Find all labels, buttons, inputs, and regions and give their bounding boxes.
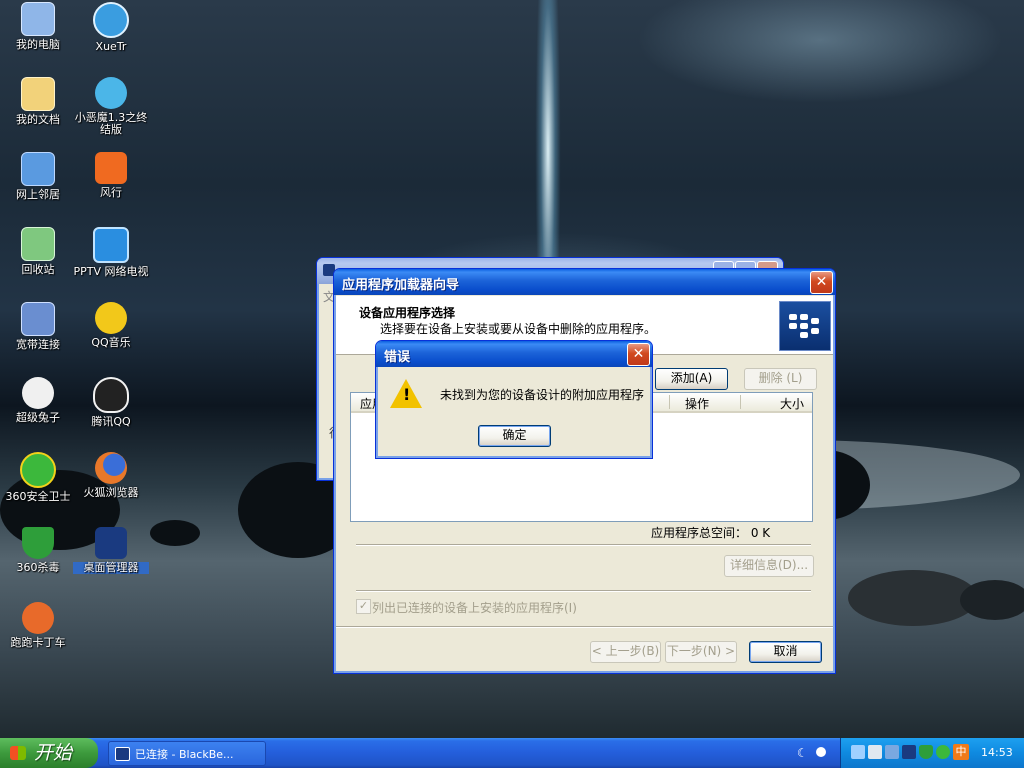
safety-shield-icon[interactable] <box>919 745 933 759</box>
next-button[interactable]: 下一步(N) > <box>665 641 737 663</box>
desktop-icon-360-antivirus[interactable]: 360杀毒 <box>0 527 76 574</box>
desktop-icon-label: 桌面管理器 <box>73 562 149 574</box>
my-documents-icon <box>21 77 55 111</box>
desktop-icon-label: 宽带连接 <box>16 338 60 351</box>
desktop-icon-label: 回收站 <box>21 263 55 276</box>
record-icon[interactable] <box>816 747 826 757</box>
desktop-icon-label: 腾讯QQ <box>91 415 131 428</box>
start-label: 开始 <box>34 742 73 764</box>
blackberry-logo-icon <box>779 301 831 351</box>
device-manager-icon[interactable] <box>868 745 882 759</box>
taskbar: 开始 已连接 - BlackBe... ☾ 中 14:53 <box>0 738 1024 768</box>
desktop-icon-funshion[interactable]: 风行 <box>73 152 149 199</box>
desktop-icon-label: QQ音乐 <box>91 336 131 349</box>
desktop-icon-firefox[interactable]: 火狐浏览器 <box>73 452 149 499</box>
desktop-icon-kartrider[interactable]: 跑跑卡丁车 <box>0 602 76 649</box>
desktop-icon-desktop-manager[interactable]: 桌面管理器 <box>73 527 149 574</box>
cancel-button[interactable]: 取消 <box>749 641 822 663</box>
desktop-icon-label: 火狐浏览器 <box>83 486 139 499</box>
kartrider-icon <box>22 602 54 634</box>
ime-icon[interactable]: 中 <box>953 744 969 760</box>
task-label: 已连接 - BlackBe... <box>135 748 234 761</box>
wizard-header-title: 设备应用程序选择 <box>359 306 456 320</box>
desktop-icon-broadband-connection[interactable]: 宽带连接 <box>0 302 76 351</box>
desktop-icon-network-places[interactable]: 网上邻居 <box>0 152 76 201</box>
moon-icon[interactable]: ☾ <box>797 746 808 760</box>
blackberry-icon <box>115 747 130 761</box>
desktop-icon-my-computer[interactable]: 我的电脑 <box>0 2 76 51</box>
details-button[interactable]: 详细信息(D)... <box>724 555 814 577</box>
desktop-icon-label: 小恶魔1.3之终结版 <box>74 111 148 136</box>
desktop-icon-recycle-bin[interactable]: 回收站 <box>0 227 76 276</box>
error-dialog-title: 错误 <box>384 350 411 365</box>
desktop-icon-label: 我的文档 <box>16 113 60 126</box>
system-tray: 中 14:53 <box>840 738 1024 768</box>
desktop-icon-my-documents[interactable]: 我的文档 <box>0 77 76 126</box>
desktop-icon-label: 我的电脑 <box>16 38 60 51</box>
separator <box>336 626 833 628</box>
start-button[interactable]: 开始 <box>0 738 98 768</box>
windows-logo-icon <box>10 746 26 760</box>
broadband-connection-icon <box>21 302 55 336</box>
column-header-size[interactable]: 大小 <box>780 395 804 412</box>
tencent-qq-icon <box>93 377 129 413</box>
list-connected-label: 列出已连接的设备上安装的应用程序(I) <box>372 601 577 615</box>
separator <box>356 590 811 592</box>
network-status-icon[interactable] <box>851 745 865 759</box>
360-guard-tray-icon[interactable] <box>936 745 950 759</box>
connection-icon[interactable] <box>885 745 899 759</box>
separator <box>356 544 811 546</box>
desktop-icon-qq-music[interactable]: QQ音乐 <box>73 302 149 349</box>
pptv-icon <box>93 227 129 263</box>
app-loader-wizard-window[interactable]: 应用程序加载器向导 ✕ 设备应用程序选择 选择要在设备上安装或要从设备中删除的应… <box>333 268 836 674</box>
desktop-icon-360-safeguard[interactable]: 360安全卫士 <box>0 452 76 503</box>
desktop-icon-label: 网上邻居 <box>16 188 60 201</box>
ok-button[interactable]: 确定 <box>478 425 551 447</box>
taskbar-task-blackberry[interactable]: 已连接 - BlackBe... <box>108 741 266 766</box>
xuetr-icon <box>93 2 129 38</box>
network-places-icon <box>21 152 55 186</box>
desktop-manager-icon <box>95 527 127 559</box>
error-dialog-titlebar[interactable]: 错误 ✕ <box>376 341 652 367</box>
blackberry-tray-icon[interactable] <box>902 745 916 759</box>
back-button[interactable]: < 上一步(B) <box>590 641 661 663</box>
super-rabbit-icon <box>22 377 54 409</box>
clock[interactable]: 14:53 <box>981 746 1013 759</box>
360-antivirus-icon <box>22 527 54 559</box>
desktop-icon-label: 风行 <box>100 186 122 199</box>
error-message: 未找到为您的设备设计的附加应用程序 <box>440 388 645 402</box>
funshion-icon <box>95 152 127 184</box>
desktop-icon-label: 超级兔子 <box>16 411 60 424</box>
firefox-icon <box>95 452 127 484</box>
desktop-icon-label: 跑跑卡丁车 <box>10 636 66 649</box>
desktop-icon-pptv[interactable]: PPTV 网络电视 <box>73 227 149 278</box>
add-button[interactable]: 添加(A) <box>655 368 728 390</box>
360-safeguard-icon <box>20 452 56 488</box>
recycle-bin-icon <box>21 227 55 261</box>
desktop-icon-tencent-qq[interactable]: 腾讯QQ <box>73 377 149 428</box>
warning-icon: ! <box>390 379 422 408</box>
wizard-title: 应用程序加载器向导 <box>342 278 460 293</box>
desktop: 我的电脑 我的文档 网上邻居 回收站 宽带连接 超级兔子 360安全卫士 360… <box>0 0 1024 738</box>
desktop-icon-label: PPTV 网络电视 <box>73 265 149 278</box>
desktop-icon-little-devil[interactable]: 小恶魔1.3之终结版 <box>73 77 149 136</box>
desktop-icon-label: XueTr <box>95 40 127 53</box>
error-dialog[interactable]: 错误 ✕ ! 未找到为您的设备设计的附加应用程序 确定 <box>375 340 653 459</box>
desktop-icon-xuetr[interactable]: XueTr <box>73 2 149 53</box>
qq-music-icon <box>95 302 127 334</box>
wizard-titlebar[interactable]: 应用程序加载器向导 ✕ <box>334 269 835 295</box>
desktop-icon-super-rabbit[interactable]: 超级兔子 <box>0 377 76 424</box>
desktop-icon-label: 360杀毒 <box>16 561 60 574</box>
desktop-icon-label: 360安全卫士 <box>5 490 71 503</box>
close-button[interactable]: ✕ <box>810 271 833 294</box>
wizard-header-subtitle: 选择要在设备上安装或要从设备中删除的应用程序。 <box>380 322 657 336</box>
little-devil-icon <box>95 77 127 109</box>
my-computer-icon <box>21 2 55 36</box>
total-space-label: 应用程序总空间： 0 K <box>651 526 771 540</box>
close-button[interactable]: ✕ <box>627 343 650 366</box>
list-connected-checkbox[interactable]: ✓ <box>356 599 371 614</box>
delete-button[interactable]: 删除 (L) <box>744 368 817 390</box>
column-header-action[interactable]: 操作 <box>685 395 709 412</box>
